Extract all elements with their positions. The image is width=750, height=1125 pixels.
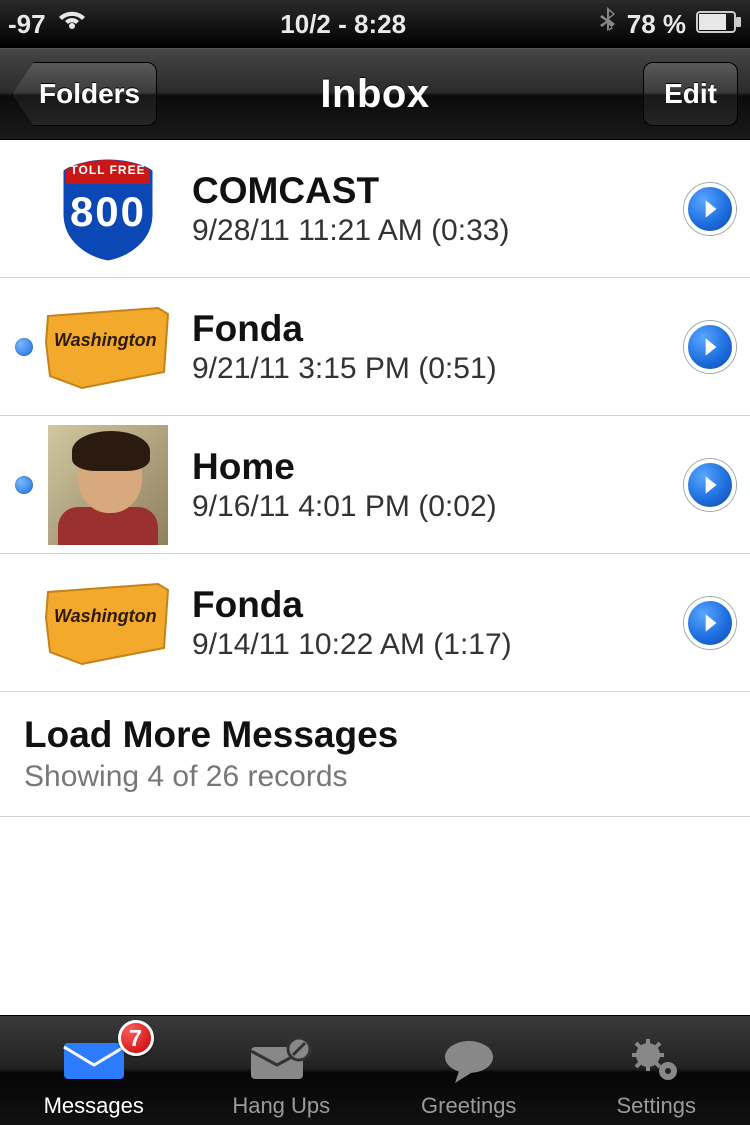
avatar-slot: Washington — [42, 292, 174, 402]
bluetooth-icon — [599, 7, 617, 42]
caller-name: Home — [192, 446, 670, 488]
chevron-right-icon — [697, 196, 723, 222]
toll-free-800-icon: TOLL FREE 800 — [58, 154, 158, 264]
caller-name: COMCAST — [192, 170, 670, 212]
detail-disclosure-button[interactable] — [684, 321, 736, 373]
tab-settings[interactable]: Settings — [563, 1016, 750, 1125]
message-row[interactable]: TOLL FREE 800 COMCAST 9/28/11 11:21 AM (… — [0, 140, 750, 278]
load-more-row[interactable]: Load More Messages Showing 4 of 26 recor… — [0, 692, 750, 817]
tab-label: Settings — [617, 1093, 697, 1119]
message-text: COMCAST 9/28/11 11:21 AM (0:33) — [174, 170, 670, 248]
unread-indicator-slot — [6, 338, 42, 356]
signal-strength: -97 — [8, 9, 46, 40]
caller-name: Fonda — [192, 308, 670, 350]
washington-label: Washington — [54, 606, 157, 627]
message-row[interactable]: Washington Fonda 9/14/11 10:22 AM (1:17) — [0, 554, 750, 692]
message-text: Fonda 9/14/11 10:22 AM (1:17) — [174, 584, 670, 662]
hangups-icon — [249, 1033, 313, 1089]
tab-greetings[interactable]: Greetings — [375, 1016, 563, 1125]
unread-dot-icon — [15, 476, 33, 494]
battery-icon — [696, 9, 742, 40]
message-meta: 9/16/11 4:01 PM (0:02) — [192, 490, 670, 524]
greetings-icon — [441, 1033, 497, 1089]
message-row[interactable]: Washington Fonda 9/21/11 3:15 PM (0:51) — [0, 278, 750, 416]
screen: -97 10/2 - 8:28 78 % Folders Inbox Edit — [0, 0, 750, 1125]
unread-dot-icon — [15, 338, 33, 356]
detail-disclosure-button[interactable] — [684, 459, 736, 511]
chevron-right-icon — [697, 334, 723, 360]
tab-hangups[interactable]: Hang Ups — [188, 1016, 376, 1125]
chevron-right-icon — [697, 610, 723, 636]
messages-icon — [62, 1033, 126, 1089]
message-meta: 9/14/11 10:22 AM (1:17) — [192, 628, 670, 662]
washington-state-icon: Washington — [42, 568, 174, 678]
status-right: 78 % — [599, 7, 742, 42]
unread-indicator-slot — [6, 476, 42, 494]
status-bar: -97 10/2 - 8:28 78 % — [0, 0, 750, 48]
message-row[interactable]: Home 9/16/11 4:01 PM (0:02) — [0, 416, 750, 554]
tab-label: Hang Ups — [232, 1093, 330, 1119]
chevron-right-icon — [697, 472, 723, 498]
messages-badge: 7 — [118, 1020, 154, 1056]
detail-disclosure-button[interactable] — [684, 183, 736, 235]
folders-back-button[interactable]: Folders — [12, 62, 157, 126]
status-left: -97 — [8, 9, 88, 40]
battery-percent: 78 % — [627, 9, 686, 40]
avatar-slot: Washington — [42, 568, 174, 678]
tab-label: Messages — [44, 1093, 144, 1119]
tab-messages[interactable]: 7 Messages — [0, 1016, 188, 1125]
load-more-subtitle: Showing 4 of 26 records — [24, 760, 726, 794]
caller-name: Fonda — [192, 584, 670, 626]
avatar-slot — [42, 430, 174, 540]
settings-icon — [628, 1033, 684, 1089]
edit-button[interactable]: Edit — [643, 62, 738, 126]
tab-bar: 7 Messages Hang Ups Greetings — [0, 1015, 750, 1125]
toll-free-number: 800 — [58, 188, 158, 236]
toll-free-label: TOLL FREE — [58, 163, 158, 177]
washington-state-icon: Washington — [42, 292, 174, 402]
tab-label: Greetings — [421, 1093, 516, 1119]
message-meta: 9/21/11 3:15 PM (0:51) — [192, 352, 670, 386]
message-text: Fonda 9/21/11 3:15 PM (0:51) — [174, 308, 670, 386]
detail-disclosure-button[interactable] — [684, 597, 736, 649]
nav-bar: Folders Inbox Edit — [0, 48, 750, 140]
message-text: Home 9/16/11 4:01 PM (0:02) — [174, 446, 670, 524]
washington-label: Washington — [54, 330, 157, 351]
message-meta: 9/28/11 11:21 AM (0:33) — [192, 214, 670, 248]
message-list: TOLL FREE 800 COMCAST 9/28/11 11:21 AM (… — [0, 140, 750, 1015]
contact-photo-icon — [42, 430, 174, 540]
page-title: Inbox — [320, 72, 429, 117]
load-more-title: Load More Messages — [24, 714, 726, 756]
avatar-slot: TOLL FREE 800 — [42, 154, 174, 264]
status-datetime: 10/2 - 8:28 — [280, 9, 406, 40]
wifi-icon — [56, 9, 88, 40]
